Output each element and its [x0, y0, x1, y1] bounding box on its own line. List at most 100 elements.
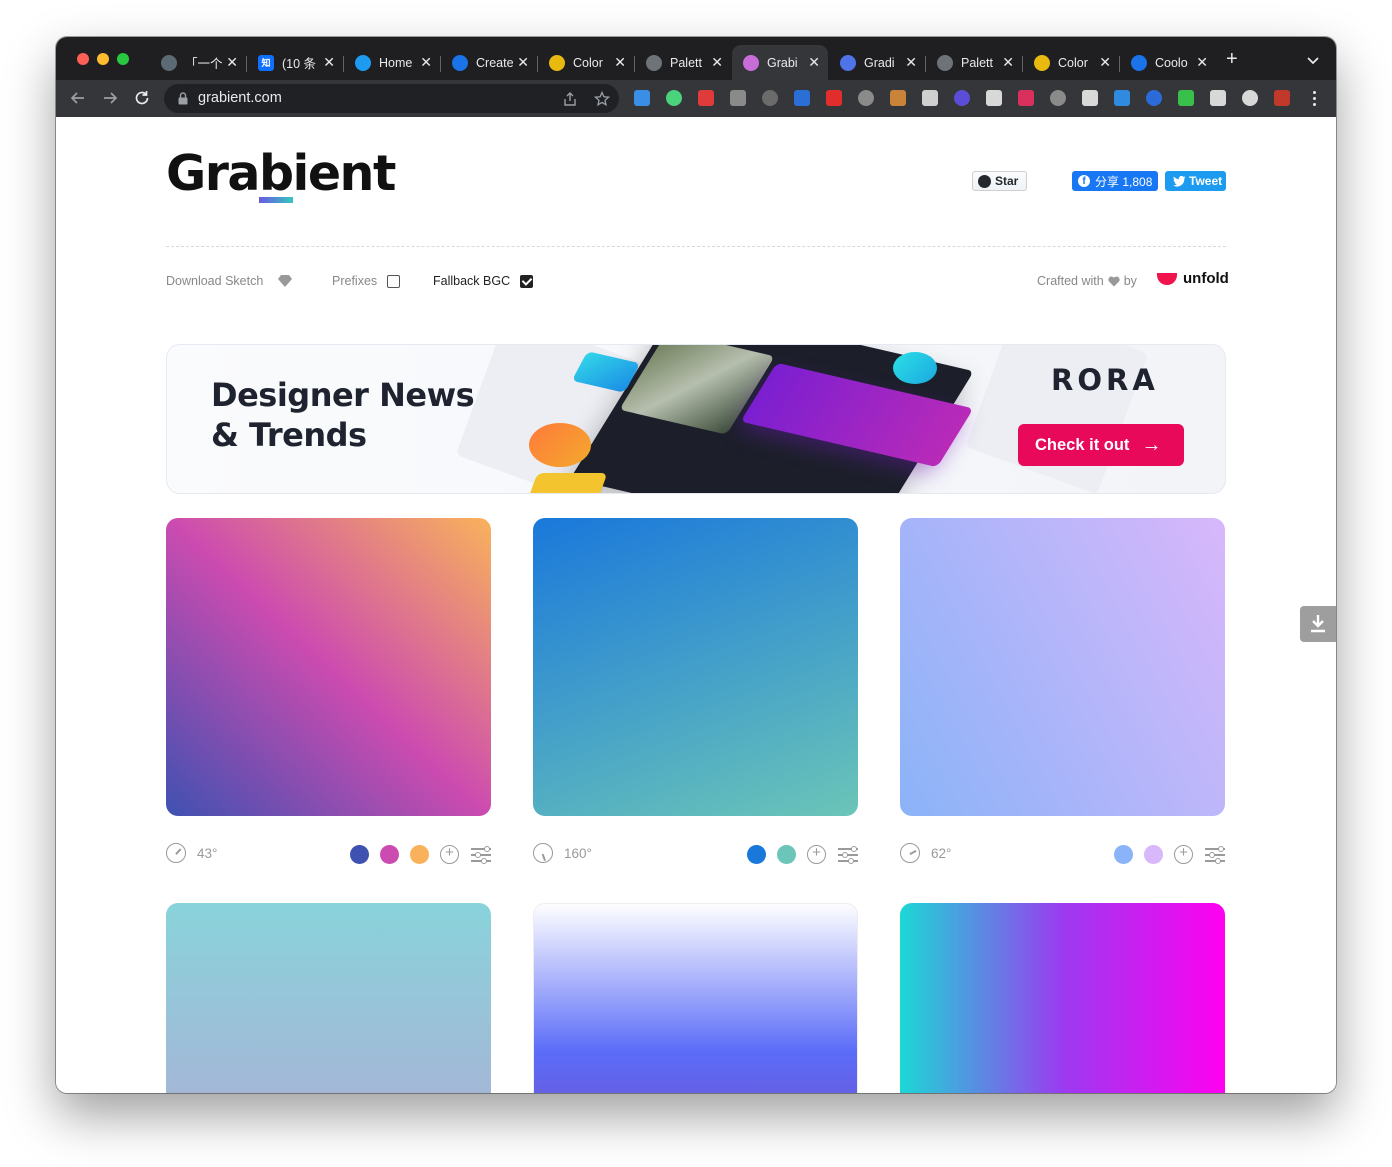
- menu-icon[interactable]: [1313, 91, 1317, 107]
- extension-icon[interactable]: [1114, 90, 1130, 106]
- gradient-card[interactable]: [533, 518, 858, 816]
- gradient-card[interactable]: [900, 518, 1225, 816]
- tab-close-icon[interactable]: ✕: [1196, 54, 1208, 71]
- extension-icon[interactable]: [922, 90, 938, 106]
- browser-tab[interactable]: Color ✕: [1023, 45, 1119, 80]
- extension-icon[interactable]: [1274, 90, 1290, 106]
- logo[interactable]: Grabient: [166, 145, 396, 203]
- extension-icon[interactable]: [1146, 90, 1162, 106]
- github-star-button[interactable]: Star: [972, 171, 1027, 191]
- banner-yellow-tile: [526, 473, 608, 493]
- extension-icon[interactable]: [890, 90, 906, 106]
- back-icon[interactable]: [68, 88, 88, 108]
- browser-tab[interactable]: Color ✕: [538, 45, 634, 80]
- add-color-icon[interactable]: +: [807, 845, 826, 864]
- prefixes-checkbox[interactable]: [387, 274, 401, 288]
- zoom-window-button[interactable]: [117, 53, 129, 65]
- tab-close-icon[interactable]: ✕: [808, 54, 820, 71]
- extension-icon[interactable]: [1050, 90, 1066, 106]
- lock-icon[interactable]: [178, 92, 188, 105]
- tab-close-icon[interactable]: ✕: [420, 54, 432, 71]
- openai-icon: [161, 54, 177, 71]
- github-icon: [978, 174, 991, 188]
- tab-label: Color: [1058, 55, 1088, 70]
- color-stop-swatch[interactable]: [777, 845, 796, 864]
- extension-icon[interactable]: [826, 90, 842, 106]
- extension-icon[interactable]: [986, 90, 1002, 106]
- tab-close-icon[interactable]: ✕: [226, 54, 238, 71]
- close-window-button[interactable]: [77, 53, 89, 65]
- tab-close-icon[interactable]: ✕: [711, 54, 723, 71]
- gradient-card[interactable]: [533, 903, 858, 1093]
- add-color-icon[interactable]: +: [440, 845, 459, 864]
- browser-tab[interactable]: Gradi ✕: [829, 45, 925, 80]
- browser-tab[interactable]: Home ✕: [344, 45, 440, 80]
- tab-search-icon[interactable]: [1306, 53, 1320, 67]
- extension-icon[interactable]: [666, 90, 682, 106]
- tab-close-icon[interactable]: ✕: [323, 54, 335, 71]
- download-floating-button[interactable]: [1300, 606, 1336, 642]
- tab-close-icon[interactable]: ✕: [1099, 54, 1111, 71]
- extension-icon[interactable]: [1178, 90, 1194, 106]
- facebook-share-button[interactable]: f 分享 1,808: [1072, 171, 1158, 191]
- color-stop-swatch[interactable]: [350, 845, 369, 864]
- browser-tab[interactable]: 「一个 ✕: [150, 45, 246, 80]
- prefixes-toggle[interactable]: Prefixes: [332, 274, 401, 288]
- unfold-link[interactable]: unfold: [1157, 270, 1229, 287]
- download-icon: [1311, 615, 1325, 633]
- extension-icon[interactable]: [1082, 90, 1098, 106]
- rora-ad-banner[interactable]: Designer News & Trends RORA Check it out…: [166, 344, 1226, 494]
- color-stop-swatch[interactable]: [410, 845, 429, 864]
- extension-icon[interactable]: [794, 90, 810, 106]
- angle-control[interactable]: 62°: [900, 843, 951, 863]
- angle-control[interactable]: 43°: [166, 843, 217, 863]
- bell-icon: [529, 423, 591, 467]
- tab-close-icon[interactable]: ✕: [614, 54, 626, 71]
- check-it-out-button[interactable]: Check it out →: [1018, 424, 1184, 466]
- browser-tab[interactable]: 知 (10 条 ✕: [247, 45, 343, 80]
- uigradients-icon: [840, 54, 856, 71]
- tab-label: Color: [573, 55, 603, 70]
- browser-tab[interactable]: Coolo ✕: [1120, 45, 1216, 80]
- fallback-bgc-toggle[interactable]: Fallback BGC: [433, 274, 534, 288]
- tab-close-icon[interactable]: ✕: [517, 54, 529, 71]
- extension-icon[interactable]: [954, 90, 970, 106]
- extension-icon[interactable]: [762, 90, 778, 106]
- browser-tab[interactable]: Palett ✕: [926, 45, 1022, 80]
- gradient-card[interactable]: [166, 903, 491, 1093]
- extension-icon[interactable]: [730, 90, 746, 106]
- tweet-button[interactable]: Tweet: [1165, 171, 1226, 191]
- extension-icon[interactable]: [1242, 90, 1258, 106]
- new-tab-button[interactable]: +: [1226, 49, 1238, 69]
- bookmark-star-icon[interactable]: [594, 91, 610, 107]
- forward-icon[interactable]: [100, 88, 120, 108]
- color-stop-swatch[interactable]: [747, 845, 766, 864]
- extension-icon[interactable]: [634, 90, 650, 106]
- extension-icon[interactable]: [1210, 90, 1226, 106]
- fallback-bgc-checkbox[interactable]: [520, 274, 534, 288]
- sliders-icon[interactable]: [838, 846, 858, 864]
- browser-tab[interactable]: Create ✕: [441, 45, 537, 80]
- add-color-icon[interactable]: +: [1174, 845, 1193, 864]
- minimize-window-button[interactable]: [97, 53, 109, 65]
- extension-icon[interactable]: [858, 90, 874, 106]
- share-icon[interactable]: [562, 91, 578, 107]
- tab-close-icon[interactable]: ✕: [905, 54, 917, 71]
- color-stop-swatch[interactable]: [1114, 845, 1133, 864]
- extension-icon[interactable]: [1018, 90, 1034, 106]
- gradient-controls: 160° +: [533, 841, 858, 865]
- sliders-icon[interactable]: [1205, 846, 1225, 864]
- gradient-card[interactable]: [900, 903, 1225, 1093]
- reload-icon[interactable]: [132, 88, 152, 108]
- address-bar[interactable]: grabient.com: [164, 84, 619, 113]
- color-stop-swatch[interactable]: [380, 845, 399, 864]
- color-stop-swatch[interactable]: [1144, 845, 1163, 864]
- download-sketch-link[interactable]: Download Sketch: [166, 274, 293, 288]
- extension-icon[interactable]: [698, 90, 714, 106]
- sliders-icon[interactable]: [471, 846, 491, 864]
- gradient-card[interactable]: [166, 518, 491, 816]
- tab-close-icon[interactable]: ✕: [1002, 54, 1014, 71]
- browser-tab[interactable]: Grabi ✕: [732, 45, 828, 80]
- browser-tab[interactable]: Palett ✕: [635, 45, 731, 80]
- angle-control[interactable]: 160°: [533, 843, 592, 863]
